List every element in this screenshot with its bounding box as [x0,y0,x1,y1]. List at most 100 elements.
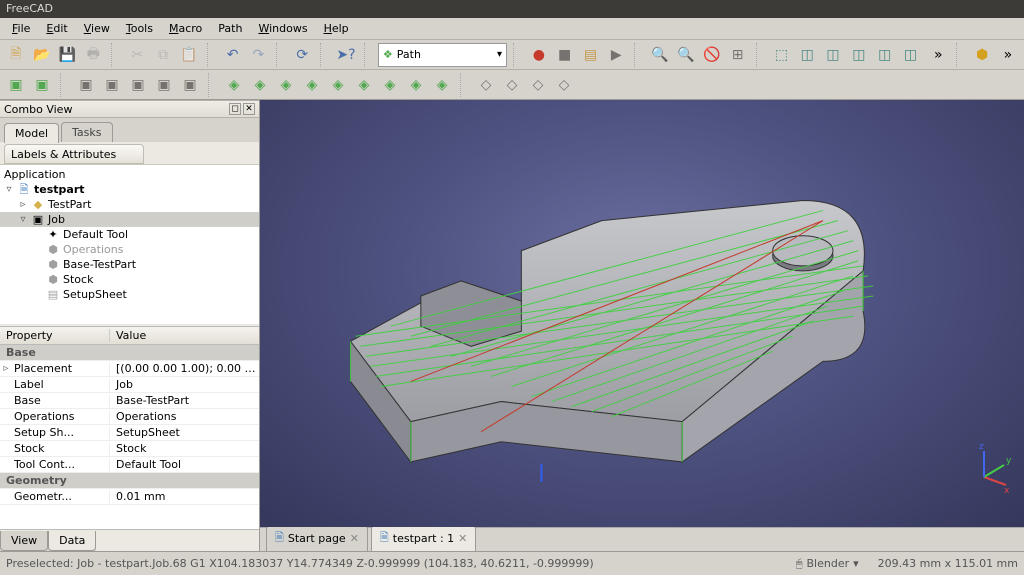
prop-placement[interactable]: ▹Placement[(0.00 0.00 1.00); 0.00 °;... [0,361,259,377]
tab-tasks[interactable]: Tasks [61,122,112,142]
path-profile2-button[interactable]: ◈ [274,73,298,97]
path-3dpocket-button[interactable]: ◈ [430,73,454,97]
cut-button[interactable]: ✂ [125,43,149,67]
expand-icon[interactable]: ▹ [18,197,28,212]
path-btn-5[interactable]: ▣ [126,73,150,97]
whatsthis-button[interactable]: ➤? [334,43,358,67]
cube-top-icon: ◫ [826,47,839,63]
tab-data[interactable]: Data [48,531,96,551]
separator [111,43,119,67]
tree-item-setupsheet[interactable]: ▤ SetupSheet [0,287,259,302]
prop-stock[interactable]: StockStock [0,441,259,457]
menu-view[interactable]: View [76,19,118,39]
path-dress-3[interactable]: ◇ [526,73,550,97]
path-job-button[interactable]: ▣ [4,73,28,97]
path-dress-2[interactable]: ◇ [500,73,524,97]
model-tree[interactable]: Application ▿ 🗎 testpart ▹ ◆ TestPart ▿ … [0,164,259,324]
path-helix-button[interactable]: ◈ [378,73,402,97]
tree-doc[interactable]: ▿ 🗎 testpart [0,182,259,197]
tree-item-job[interactable]: ▿ ▣ Job [0,212,259,227]
prop-h-property[interactable]: Property [0,329,110,342]
part-button[interactable]: ⬢ [970,43,994,67]
menu-tools[interactable]: Tools [118,19,161,39]
tab-model[interactable]: Model [4,123,59,143]
view-right-button[interactable]: ◫ [847,43,871,67]
path-surface-button[interactable]: ◈ [404,73,428,97]
menu-path[interactable]: Path [210,19,250,39]
macro-list-button[interactable]: ▤ [579,43,603,67]
separator [60,73,68,97]
path-contour-button[interactable]: ◈ [222,73,246,97]
prop-group-base[interactable]: Base [0,345,259,361]
prop-h-value[interactable]: Value [110,329,152,342]
path-pocket-button[interactable]: ◈ [300,73,324,97]
path-profile-button[interactable]: ◈ [248,73,272,97]
path-btn-7[interactable]: ▣ [178,73,202,97]
toolbar-overflow[interactable]: » [926,43,950,67]
redo-button[interactable]: ↷ [247,43,271,67]
refresh-button[interactable]: ⟳ [290,43,314,67]
path-drill-button[interactable]: ◈ [326,73,350,97]
view-front-button[interactable]: ◫ [795,43,819,67]
path-btn-4[interactable]: ▣ [100,73,124,97]
prop-operations[interactable]: OperationsOperations [0,409,259,425]
measure-button[interactable]: ⊞ [726,43,750,67]
print-button[interactable]: 🖶 [81,43,105,67]
prop-base[interactable]: BaseBase-TestPart [0,393,259,409]
doc-tab-testpart[interactable]: 🗎 testpart : 1 ✕ [371,525,476,551]
path-engrave-button[interactable]: ◈ [352,73,376,97]
macro-play-button[interactable]: ▶ [604,43,628,67]
drill-icon: ◈ [333,77,344,93]
tree-item-stock[interactable]: ⬢ Stock [0,272,259,287]
labels-attrib-header[interactable]: Labels & Attributes [4,144,144,164]
undock-icon[interactable]: ◻ [229,103,241,115]
toolbar-overflow-2[interactable]: » [996,43,1020,67]
menu-file[interactable]: File [4,19,38,39]
prop-group-geometry[interactable]: Geometry [0,473,259,489]
path-post-button[interactable]: ▣ [30,73,54,97]
tree-item-operations[interactable]: ⬢ Operations [0,242,259,257]
doc-tab-startpage[interactable]: 🗎 Start page ✕ [266,525,368,551]
menu-windows[interactable]: Windows [250,19,315,39]
tree-item-base[interactable]: ⬢ Base-TestPart [0,257,259,272]
open-doc-button[interactable]: 📂 [30,43,54,67]
view-iso-button[interactable]: ⬚ [769,43,793,67]
prop-setupsheet[interactable]: Setup Sh...SetupSheet [0,425,259,441]
tab-view[interactable]: View [0,531,48,551]
nav-style-selector[interactable]: 🖱 Blender ▾ [789,554,866,574]
prop-geometry-tol[interactable]: Geometr...0.01 mm [0,489,259,505]
save-button[interactable]: 💾 [56,43,80,67]
tree-item-default-tool[interactable]: ✦ Default Tool [0,227,259,242]
path-btn-3[interactable]: ▣ [74,73,98,97]
expand-icon[interactable]: ▿ [4,182,14,197]
undo-button[interactable]: ↶ [221,43,245,67]
view-fit-sel-button[interactable]: 🔍 [674,43,698,67]
tree-root[interactable]: Application [0,167,259,182]
view-bottom-button[interactable]: ◫ [899,43,923,67]
view-top-button[interactable]: ◫ [821,43,845,67]
menu-macro[interactable]: Macro [161,19,210,39]
prop-label[interactable]: LabelJob [0,377,259,393]
menu-help[interactable]: Help [316,19,357,39]
path-dress-4[interactable]: ◇ [552,73,576,97]
3d-viewport[interactable]: x y z [260,100,1024,527]
tree-item-testpart[interactable]: ▹ ◆ TestPart [0,197,259,212]
close-icon[interactable]: ✕ [458,532,467,545]
copy-button[interactable]: ⧉ [151,43,175,67]
close-panel-icon[interactable]: ✕ [243,103,255,115]
view-fit-button[interactable]: 🔍 [648,43,672,67]
path-btn-6[interactable]: ▣ [152,73,176,97]
drawstyle-button[interactable]: 🚫 [700,43,724,67]
expand-icon[interactable]: ▹ [0,363,12,374]
menu-edit[interactable]: Edit [38,19,75,39]
paste-button[interactable]: 📋 [177,43,201,67]
close-icon[interactable]: ✕ [350,532,359,545]
workbench-selector[interactable]: ❖ Path ▾ [378,43,507,67]
prop-toolcont[interactable]: Tool Cont...Default Tool [0,457,259,473]
collapse-icon[interactable]: ▿ [18,212,28,227]
view-rear-button[interactable]: ◫ [873,43,897,67]
macro-stop-button[interactable]: ■ [553,43,577,67]
new-doc-button[interactable]: 🗎 [4,43,28,67]
macro-record-button[interactable]: ● [527,43,551,67]
path-dress-1[interactable]: ◇ [474,73,498,97]
